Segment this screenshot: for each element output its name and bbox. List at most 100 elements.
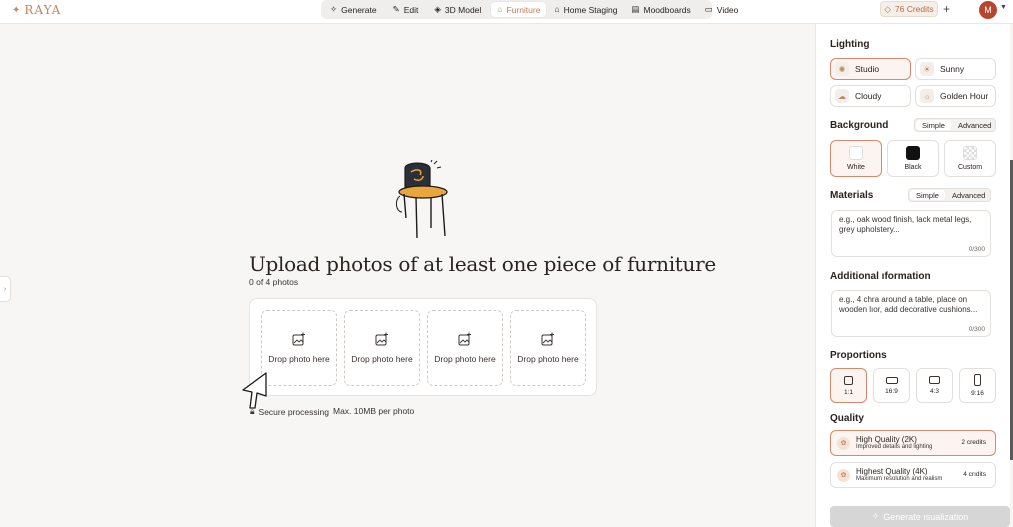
photo-slot-label: Drop photo here: [517, 354, 579, 364]
background-white-label: White: [847, 164, 865, 171]
materials-counter: 0/300: [968, 245, 985, 253]
max-size-note: Max. 10MB per photo: [333, 406, 415, 416]
materials-mode-simple[interactable]: Simple: [910, 190, 945, 200]
secure-processing-label: Secure processing: [258, 406, 329, 417]
materials-mode-advanced[interactable]: Advanced: [946, 189, 990, 201]
avatar[interactable]: M: [979, 1, 997, 19]
chevron-right-icon: ›: [3, 285, 7, 293]
chevron-down-icon[interactable]: ▼: [1000, 4, 1007, 11]
nav-generate-label: Generate: [341, 4, 377, 15]
credits-badge[interactable]: ◇ 76 Credits: [880, 1, 938, 17]
sidebar-expand-handle[interactable]: ›: [0, 276, 11, 302]
video-icon: ▭: [704, 4, 713, 15]
lighting-studio[interactable]: ✺ Studio: [830, 58, 911, 80]
nav-3d-model-label: 3D Model: [444, 4, 482, 15]
quality-highest[interactable]: ✿ Highest Quality (4K) Maximum resolutio…: [830, 462, 996, 488]
quality-high[interactable]: ✿ High Quality (2K) Improved details and…: [830, 430, 996, 456]
background-mode-toggle: Simple Advanced: [914, 118, 996, 132]
photo-slot[interactable]: Drop photo here: [344, 310, 420, 386]
tag-icon: ◇: [884, 3, 891, 14]
chair-illustration: [395, 160, 448, 239]
nav-furniture[interactable]: ⌂ Furniture: [491, 2, 547, 17]
house-icon: ⌂: [554, 4, 560, 15]
settings-panel: Lighting ✺ Studio ☀ Sunny ☁ Cloudy ☼ Golden …: [815, 24, 1010, 527]
background-white[interactable]: White: [830, 140, 882, 177]
lighting-golden-hour[interactable]: ☼ Golden Hour: [915, 85, 996, 107]
background-custom[interactable]: Custom: [944, 140, 996, 177]
logo[interactable]: ✦ RAYA: [12, 3, 61, 17]
sun-icon: ☀: [920, 62, 934, 76]
top-bar: ✦ RAYA ✧ Generate ✎ Edit ◈ 3D Model ⌂ Furnit…: [0, 0, 1013, 24]
lighting-cloudy-label: Cloudy: [855, 91, 882, 101]
photo-slot-label: Drop photo here: [268, 354, 330, 364]
pencil-icon: ✎: [392, 4, 400, 15]
lighting-title: Lighting: [830, 39, 870, 50]
proportion-9-16[interactable]: 9:16: [959, 368, 996, 403]
add-image-icon: [541, 332, 554, 346]
proportion-16-9-label: 16:9: [885, 387, 898, 395]
proportion-4-3[interactable]: 4:3: [916, 368, 953, 403]
proportion-4-3-label: 4:3: [929, 388, 940, 395]
add-image-icon: [375, 332, 388, 346]
quality-high-credits: 2 credits: [961, 439, 986, 446]
nav-edit[interactable]: ✎ Edit: [387, 2, 425, 17]
photo-slot[interactable]: Drop photo here: [510, 310, 586, 386]
quality-title: Quality: [830, 413, 864, 424]
nav-generate[interactable]: ✧ Generate: [324, 2, 383, 17]
cloud-icon: ☁: [835, 89, 849, 103]
photo-slot[interactable]: Drop photo here: [427, 310, 503, 386]
page-title: Upload photos of at least one piece of f…: [249, 252, 716, 276]
nav-3d-model[interactable]: ◈ 3D Model: [428, 2, 487, 17]
background-custom-label: Custom: [957, 164, 983, 171]
square-icon: [844, 375, 853, 385]
background-black[interactable]: Black: [887, 140, 939, 177]
background-mode-simple[interactable]: Simple: [916, 120, 951, 130]
armchair-icon: ⌂: [497, 4, 503, 15]
photo-slot[interactable]: Drop photo here: [261, 310, 337, 386]
lighting-studio-label: Studio: [855, 64, 880, 74]
nav-moodboards[interactable]: ▤ Moodboards: [625, 2, 696, 17]
background-mode-advanced[interactable]: Advanced: [952, 119, 995, 131]
nav-furniture-label: Furniture: [506, 4, 541, 15]
proportion-1-1-label: 1:1: [843, 388, 854, 396]
additional-info-input[interactable]: e.g., 4 chra around a table, place on wo…: [831, 290, 991, 337]
sparkle-logo-icon: ✦: [12, 4, 22, 16]
proportions-title: Proportions: [830, 350, 887, 361]
proportion-9-16-label: 9:16: [971, 390, 984, 397]
proportion-1-1[interactable]: 1:1: [830, 368, 867, 403]
custom-swatch: [963, 146, 977, 160]
photo-count: 0 of 4 photos: [249, 277, 299, 287]
quality-high-title: High Quality (2K): [856, 434, 917, 444]
logo-text: RAYA: [24, 3, 62, 17]
lighting-sunny-label: Sunny: [940, 64, 965, 74]
add-image-icon: [458, 332, 471, 346]
nav-moodboards-label: Moodboards: [643, 4, 691, 15]
quality-highest-subtitle: Maximum resolution and realism: [856, 476, 943, 483]
nav-home-staging[interactable]: ⌂ Home Staging: [548, 2, 623, 17]
background-title: Background: [830, 120, 889, 131]
white-swatch: [849, 146, 863, 160]
board-icon: ▤: [631, 4, 640, 15]
generate-visualization-label: Generate ısualization: [883, 511, 969, 522]
sparkle-icon: ✧: [330, 4, 338, 15]
materials-placeholder: e.g., oak wood finish, lack metal legs, …: [839, 215, 972, 235]
nav-edit-label: Edit: [403, 4, 419, 15]
generate-visualization-button[interactable]: ✧ Generate ısualization: [830, 506, 1010, 527]
lighting-cloudy[interactable]: ☁ Cloudy: [830, 85, 911, 107]
quality-highest-credits: 4 crıdits: [963, 471, 986, 478]
nav-video-label: Video: [716, 4, 739, 15]
proportion-16-9[interactable]: 16:9: [873, 368, 910, 403]
studio-light-icon: ✺: [835, 62, 849, 76]
secure-processing-note: 🔒︎ Secure processing: [250, 406, 329, 417]
materials-input[interactable]: e.g., oak wood finish, lack metal legs, …: [831, 210, 991, 257]
quality-highest-title: Highest Quality (4K): [856, 466, 928, 476]
nav-home-staging-label: Home Staging: [563, 4, 618, 15]
quality-highest-icon: ✿: [837, 468, 850, 482]
nav-video[interactable]: ▭ Video: [699, 2, 745, 17]
add-credits-icon[interactable]: +: [943, 2, 950, 16]
lighting-sunny[interactable]: ☀ Sunny: [915, 58, 996, 80]
landscape-icon: [929, 376, 940, 384]
quality-high-subtitle: Improved details and lighting: [856, 444, 933, 451]
additional-info-title: Additional ıformation: [830, 271, 931, 282]
mode-nav: ✧ Generate ✎ Edit ◈ 3D Model ⌂ Furniture ⌂ Ho…: [321, 0, 738, 19]
